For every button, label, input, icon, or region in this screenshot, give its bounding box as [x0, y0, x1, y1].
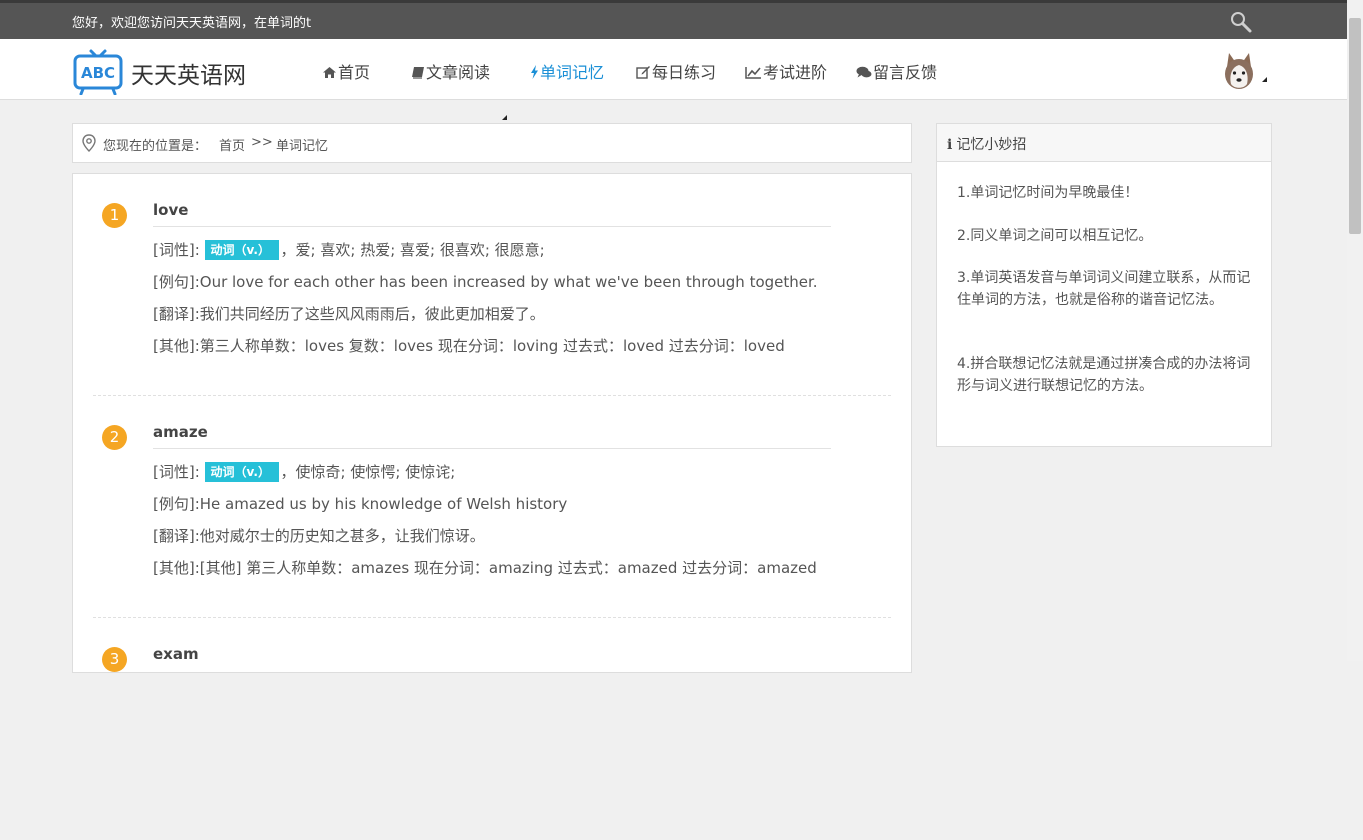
word-other: 第三人称单数：loves 复数：loves 现在分词：loving 过去式：lo… [199, 337, 785, 355]
word-card: 2 amaze [词性]: 动词（v.） ，使惊奇; 使惊愕; 使惊诧; [例句]… [73, 396, 911, 618]
top-notice-bar: 您好，欢迎您访问天天英语网，在单词的t [0, 0, 1347, 39]
word-pos-line: [词性]: 动词（v.） ，爱; 喜欢; 热爱; 喜爱; 很喜欢; 很愿意; [153, 240, 545, 260]
book-icon [412, 67, 424, 79]
breadcrumb-current[interactable]: 单词记忆 [276, 135, 328, 154]
word-number-badge: 1 [102, 203, 127, 228]
word-example: Our love for each other has been increas… [199, 273, 818, 291]
comments-icon [856, 66, 872, 78]
word-list-panel: 1 love [词性]: 动词（v.） ，爱; 喜欢; 热爱; 喜爱; 很喜欢; … [72, 173, 912, 673]
word-example-line: [例句]:Our love for each other has been in… [153, 273, 818, 291]
word-pos-line: [词性]: 动词（v.） ，使惊奇; 使惊愕; 使惊诧; [153, 462, 456, 482]
part-of-speech-badge: 动词（v.） [204, 240, 279, 260]
nav-item-home[interactable]: 首页 [322, 59, 370, 83]
word-title[interactable]: amaze [153, 423, 208, 441]
user-avatar[interactable] [1220, 51, 1258, 91]
site-header: ABC 天天英语网 首页 文章阅读 单词记忆 每日练习 考试进阶 留言反馈 [0, 39, 1347, 120]
word-title-rule [153, 448, 831, 449]
breadcrumb-home-link[interactable]: 首页 [219, 135, 245, 154]
edit-icon [636, 66, 650, 79]
logo-badge-text: ABC [81, 64, 115, 82]
tip-item: 2.同义单词之间可以相互记忆。 [957, 228, 1153, 244]
nav-item-words[interactable]: 单词记忆 [530, 59, 604, 83]
info-icon: i [947, 137, 953, 153]
tip-item: 1.单词记忆时间为早晚最佳！ [957, 185, 1139, 201]
page-scrollbar-thumb[interactable] [1349, 18, 1361, 234]
word-translation: 他对威尔士的历史知之甚多，让我们惊讶。 [199, 527, 485, 545]
tips-header: i 记忆小妙招 [937, 124, 1271, 162]
nav-item-exams[interactable]: 考试进阶 [745, 59, 827, 83]
line-chart-icon [745, 67, 761, 79]
tip-item: 3.单词英语发音与单词词义间建立联系，从而记住单词的方法，也就是俗称的谐音记忆法… [957, 270, 1251, 308]
location-pin-icon [82, 134, 96, 152]
word-number-badge: 2 [102, 425, 127, 450]
word-translation-line: [翻译]:他对威尔士的历史知之甚多，让我们惊讶。 [153, 527, 485, 545]
word-title[interactable]: exam [153, 645, 199, 663]
search-icon[interactable] [1229, 10, 1253, 34]
breadcrumb: 您现在的位置是： 首页 >> 单词记忆 [72, 123, 912, 163]
word-translation-line: [翻译]:我们共同经历了这些风风雨雨后，彼此更加相爱了。 [153, 305, 545, 323]
bolt-icon [531, 65, 538, 79]
welcome-text: 您好，欢迎您访问天天英语网，在单词的t [72, 16, 312, 31]
tips-title: i 记忆小妙招 [947, 137, 1027, 153]
word-title[interactable]: love [153, 201, 188, 219]
word-card: 1 love [词性]: 动词（v.） ，爱; 喜欢; 热爱; 喜爱; 很喜欢; … [73, 174, 911, 396]
word-other-line: [其他]:[其他] 第三人称单数：amazes 现在分词：amazing 过去式… [153, 559, 817, 577]
dropdown-caret-icon [502, 115, 507, 120]
part-of-speech-badge: 动词（v.） [204, 462, 279, 482]
nav-item-practice[interactable]: 每日练习 [636, 59, 716, 83]
memory-tips-panel: i 记忆小妙招 1.单词记忆时间为早晚最佳！ 2.同义单词之间可以相互记忆。 3.… [936, 123, 1272, 447]
word-title-rule [153, 226, 831, 227]
nav-item-articles[interactable]: 文章阅读 [411, 59, 490, 83]
word-other-line: [其他]:第三人称单数：loves 复数：loves 现在分词：loving 过… [153, 337, 785, 355]
word-card: 3 exam [73, 618, 911, 840]
word-example-line: [例句]:He amazed us by his knowledge of We… [153, 495, 568, 513]
word-meaning: ，使惊奇; 使惊愕; 使惊诧; [280, 463, 456, 481]
site-logo[interactable]: ABC 天天英语网 [72, 45, 252, 95]
abc-tv-logo-icon: ABC [73, 49, 123, 95]
nav-item-feedback[interactable]: 留言反馈 [856, 59, 937, 83]
word-meaning: ，爱; 喜欢; 热爱; 喜爱; 很喜欢; 很愿意; [280, 241, 545, 259]
word-other: [其他] 第三人称单数：amazes 现在分词：amazing 过去式：amaz… [199, 559, 817, 577]
tip-item: 4.拼合联想记忆法就是通过拼凑合成的办法将词形与词义进行联想记忆的方法。 [957, 356, 1251, 394]
avatar-caret-icon [1262, 77, 1267, 82]
breadcrumb-label: 您现在的位置是： [103, 139, 208, 154]
word-example: He amazed us by his knowledge of Welsh h… [199, 495, 568, 513]
word-number-badge: 3 [102, 647, 127, 672]
breadcrumb-separator: >> [251, 135, 273, 150]
site-name: 天天英语网 [131, 63, 246, 89]
word-translation: 我们共同经历了这些风风雨雨后，彼此更加相爱了。 [199, 305, 545, 323]
home-icon [323, 67, 336, 78]
